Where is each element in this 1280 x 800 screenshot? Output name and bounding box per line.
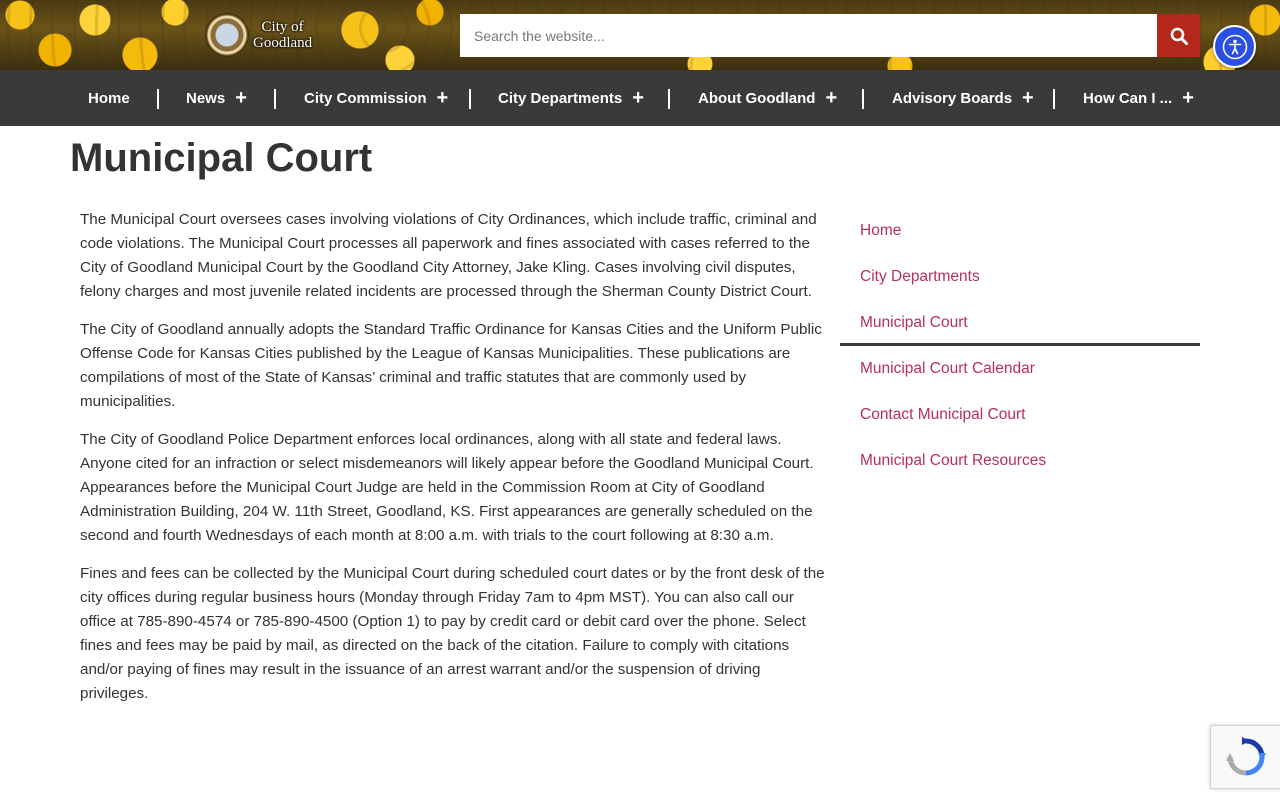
main-nav: Home News + City Commission + City Depar… bbox=[0, 70, 1280, 126]
content-paragraph: Fines and fees can be collected by the M… bbox=[80, 565, 825, 702]
nav-item-city-departments[interactable]: City Departments + bbox=[498, 70, 644, 126]
site-logo[interactable]: City of Goodland bbox=[205, 12, 325, 58]
main-content: The Municipal Court oversees cases invol… bbox=[80, 208, 825, 720]
nav-item-how-can-i[interactable]: How Can I ... + bbox=[1083, 70, 1194, 126]
recaptcha-icon bbox=[1225, 737, 1266, 776]
nav-item-label: City Commission bbox=[304, 89, 427, 107]
nav-divider bbox=[469, 89, 471, 109]
search-button[interactable] bbox=[1157, 14, 1200, 57]
search-input[interactable] bbox=[460, 14, 1157, 57]
nav-divider bbox=[1053, 89, 1055, 109]
expand-plus-icon[interactable]: + bbox=[1022, 88, 1034, 108]
accessibility-icon bbox=[1222, 34, 1247, 59]
sidebar-nav: Home City Departments Municipal Court Mu… bbox=[840, 208, 1200, 484]
nav-item-news[interactable]: News + bbox=[186, 70, 247, 126]
accessibility-button[interactable] bbox=[1213, 25, 1256, 68]
logo-text: City of Goodland bbox=[253, 19, 312, 51]
nav-item-label: City Departments bbox=[498, 89, 623, 107]
nav-item-city-commission[interactable]: City Commission + bbox=[304, 70, 448, 126]
nav-divider bbox=[157, 89, 159, 109]
nav-item-label: Advisory Boards bbox=[892, 89, 1013, 107]
page-title: Municipal Court bbox=[70, 136, 373, 180]
sidebar-item-municipal-court-resources[interactable]: Municipal Court Resources bbox=[840, 438, 1200, 484]
sidebar-item-city-departments[interactable]: City Departments bbox=[840, 254, 1200, 300]
expand-plus-icon[interactable]: + bbox=[632, 88, 644, 108]
logo-line-1: City of bbox=[261, 19, 304, 35]
nav-item-label: Home bbox=[88, 89, 130, 107]
nav-item-about-goodland[interactable]: About Goodland + bbox=[698, 70, 837, 126]
recaptcha-badge[interactable] bbox=[1210, 725, 1280, 789]
sidebar-item-municipal-court[interactable]: Municipal Court bbox=[840, 300, 1200, 346]
content-paragraph: The City of Goodland Police Department e… bbox=[80, 431, 814, 544]
sidebar-item-home[interactable]: Home bbox=[840, 208, 1200, 254]
expand-plus-icon[interactable]: + bbox=[1182, 88, 1194, 108]
sidebar-item-municipal-court-calendar[interactable]: Municipal Court Calendar bbox=[840, 346, 1200, 392]
search-icon bbox=[1170, 27, 1188, 45]
content-paragraph: The City of Goodland annually adopts the… bbox=[80, 321, 822, 410]
expand-plus-icon[interactable]: + bbox=[437, 88, 449, 108]
nav-item-label: News bbox=[186, 89, 226, 107]
content-paragraph: The Municipal Court oversees cases invol… bbox=[80, 211, 817, 300]
city-seal-icon bbox=[205, 13, 249, 57]
nav-item-advisory-boards[interactable]: Advisory Boards + bbox=[892, 70, 1034, 126]
nav-divider bbox=[274, 89, 276, 109]
nav-item-label: How Can I ... bbox=[1083, 89, 1173, 107]
nav-divider bbox=[668, 89, 670, 109]
expand-plus-icon[interactable]: + bbox=[235, 88, 247, 108]
nav-divider bbox=[862, 89, 864, 109]
expand-plus-icon[interactable]: + bbox=[825, 88, 837, 108]
nav-item-label: About Goodland bbox=[698, 89, 816, 107]
search-bar bbox=[460, 14, 1200, 57]
nav-item-home[interactable]: Home bbox=[88, 70, 130, 126]
logo-line-2: Goodland bbox=[253, 35, 313, 51]
sidebar-item-contact-municipal-court[interactable]: Contact Municipal Court bbox=[840, 392, 1200, 438]
